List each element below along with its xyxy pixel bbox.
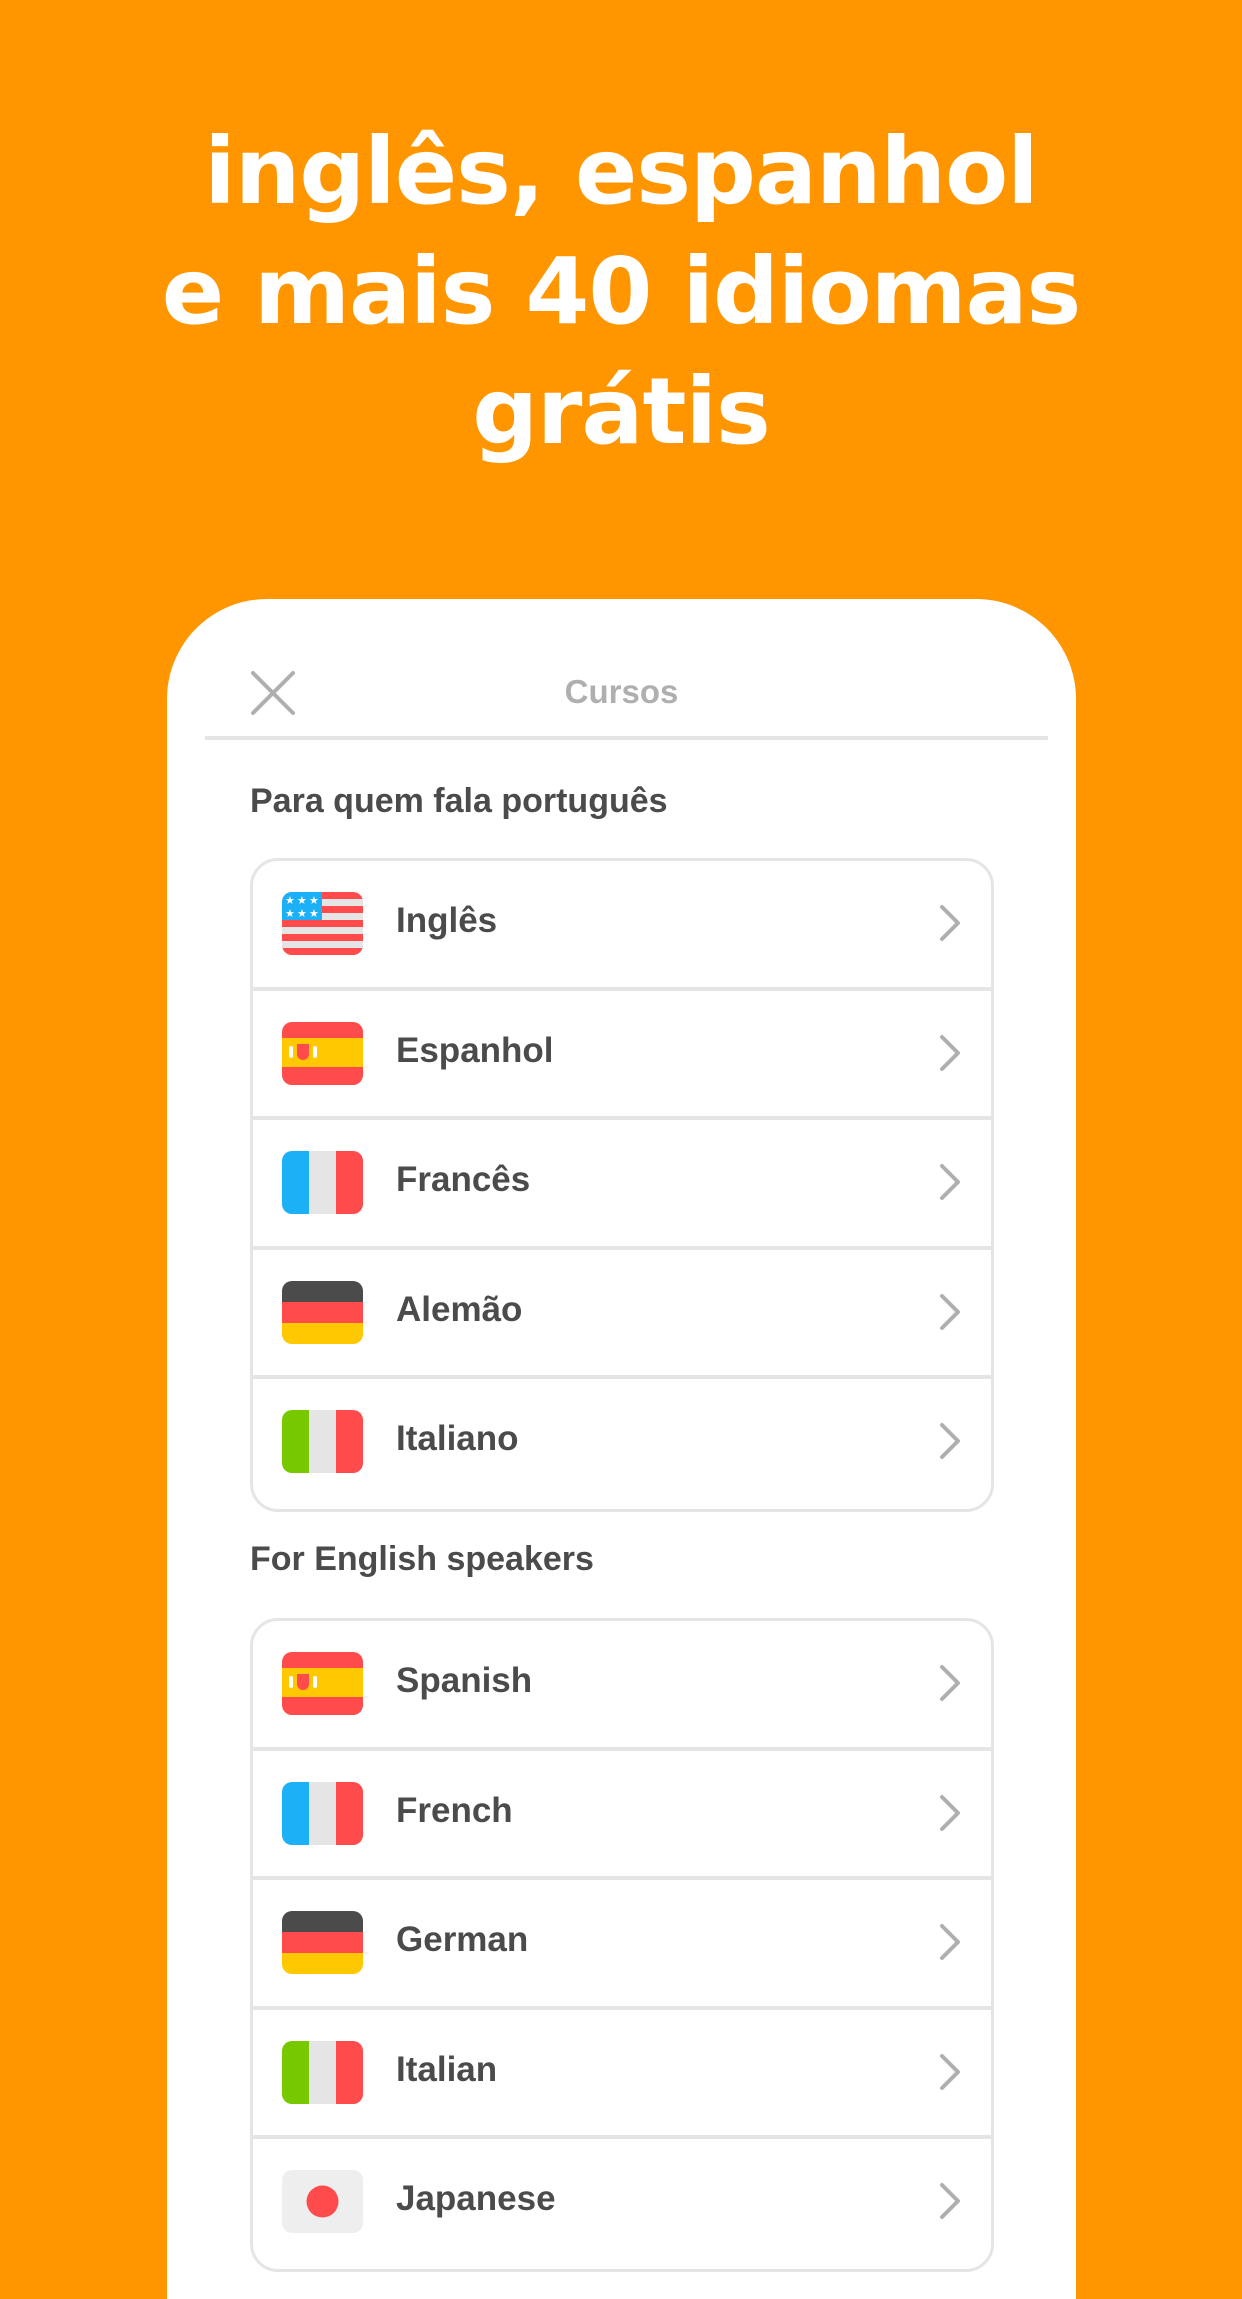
chevron-right-icon — [939, 1163, 961, 1201]
headline-line-3: grátis — [472, 358, 771, 465]
course-label: Espanhol — [396, 1030, 554, 1070]
course-row-francês[interactable]: Francês — [253, 1120, 991, 1250]
chevron-right-icon — [939, 1293, 961, 1331]
japan-flag-icon — [282, 2170, 363, 2233]
svg-text:★: ★ — [309, 894, 319, 907]
course-row-inglês[interactable]: ★ ★ ★ ★ ★ ★ Inglês — [253, 861, 991, 991]
us-flag-icon: ★ ★ ★ ★ ★ ★ — [282, 892, 363, 955]
course-row-italiano[interactable]: Italiano — [253, 1379, 991, 1509]
course-label: Italian — [396, 2049, 498, 2089]
course-label: Japanese — [396, 2179, 556, 2218]
svg-text:★: ★ — [285, 907, 295, 920]
course-list-english: Spanish French German Italian Japanese — [250, 1618, 994, 2272]
section-title-portuguese: Para quem fala português — [250, 782, 668, 820]
chevron-right-icon — [939, 904, 961, 942]
chevron-right-icon — [939, 1422, 961, 1460]
course-label: Italiano — [396, 1419, 519, 1458]
chevron-right-icon — [939, 2053, 961, 2091]
svg-text:★: ★ — [309, 907, 319, 920]
course-label: French — [396, 1790, 513, 1830]
germany-flag-icon — [282, 1280, 363, 1344]
headline-line-1: inglês, espanhol — [204, 118, 1038, 225]
header-divider — [205, 736, 1048, 740]
italy-flag-icon — [282, 1410, 363, 1473]
chevron-right-icon — [939, 1794, 961, 1832]
italy-flag-icon — [282, 2040, 363, 2104]
france-flag-icon — [282, 1151, 363, 1214]
svg-text:★: ★ — [285, 894, 295, 907]
courses-header: Cursos — [167, 599, 1076, 741]
chevron-right-icon — [939, 1923, 961, 1961]
germany-flag-icon — [282, 1911, 363, 1974]
course-row-french[interactable]: French — [253, 1751, 991, 1880]
course-label: Spanish — [396, 1661, 533, 1700]
course-row-alemão[interactable]: Alemão — [253, 1250, 991, 1379]
course-label: Francês — [396, 1160, 531, 1199]
course-row-japanese[interactable]: Japanese — [253, 2139, 991, 2269]
course-list-portuguese: ★ ★ ★ ★ ★ ★ Inglês Espanhol Francês Alemão — [250, 858, 994, 1512]
course-label: German — [396, 1920, 529, 1959]
headline-line-2: e mais 40 idiomas — [161, 238, 1082, 345]
france-flag-icon — [282, 1781, 363, 1845]
promo-headline: inglês, espanhol e mais 40 idiomas gráti… — [0, 112, 1242, 472]
chevron-right-icon — [939, 1034, 961, 1072]
svg-text:★: ★ — [297, 894, 307, 907]
courses-screen: Cursos Para quem fala português ★ ★ ★ ★ ★ ★ I… — [167, 599, 1076, 2299]
chevron-right-icon — [939, 1664, 961, 1702]
page-title: Cursos — [564, 673, 679, 710]
chevron-right-icon — [939, 2182, 961, 2220]
course-row-german[interactable]: German — [253, 1880, 991, 2010]
course-row-spanish[interactable]: Spanish — [253, 1621, 991, 1751]
course-row-italian[interactable]: Italian — [253, 2010, 991, 2139]
svg-text:★: ★ — [297, 907, 307, 920]
section-title-english: For English speakers — [250, 1540, 594, 1578]
course-row-espanhol[interactable]: Espanhol — [253, 991, 991, 1120]
spain-flag-icon — [282, 1021, 363, 1085]
course-label: Alemão — [396, 1289, 523, 1329]
spain-flag-icon — [282, 1652, 363, 1715]
course-label: Inglês — [396, 901, 498, 940]
